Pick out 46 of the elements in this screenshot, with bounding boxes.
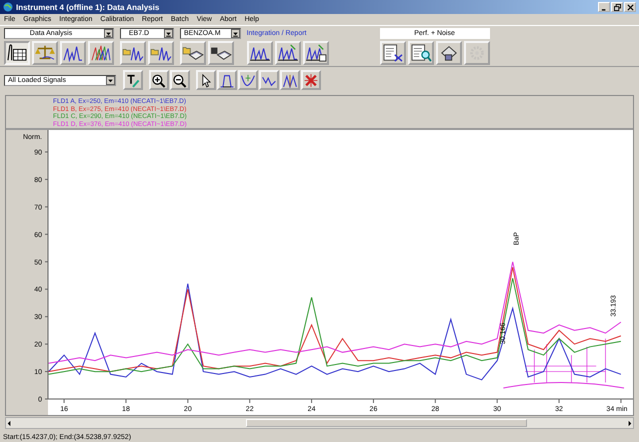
- toolbar-button[interactable]: [217, 70, 237, 90]
- toolbar-button[interactable]: [180, 41, 206, 65]
- chromatogram-icon: [62, 44, 84, 62]
- toolbar-button[interactable]: [148, 41, 174, 65]
- scroll-left-icon[interactable]: [6, 420, 13, 426]
- toolbar-button[interactable]: [208, 41, 234, 65]
- zoom-out-icon: [172, 72, 188, 88]
- toolbar-button[interactable]: [170, 70, 190, 90]
- zoom-in-icon: [151, 72, 167, 88]
- valley-icon: [240, 72, 256, 88]
- toolbar-button[interactable]: [60, 41, 86, 65]
- toolbar-button[interactable]: [120, 41, 146, 65]
- text-pen-icon: [125, 72, 141, 88]
- toolbar-button[interactable]: [259, 70, 279, 90]
- horizontal-scrollbar[interactable]: [5, 417, 634, 429]
- toolbar-button[interactable]: [280, 70, 300, 90]
- toolbar-button[interactable]: [196, 70, 216, 90]
- toolbar-button[interactable]: [149, 70, 169, 90]
- report-search-icon: [410, 44, 432, 62]
- chromatogram-grid-icon: [6, 44, 28, 62]
- toolbar-button[interactable]: [408, 41, 434, 65]
- window-title: Instrument 4 (offline 1): Data Analysis: [16, 2, 160, 12]
- peak-icon: [219, 72, 235, 88]
- toolbar-button[interactable]: [380, 41, 406, 65]
- toolbar-button[interactable]: [238, 70, 258, 90]
- integration-icon: [304, 44, 327, 62]
- folder-book-icon: [182, 44, 204, 62]
- toolbar-button[interactable]: [436, 41, 462, 65]
- split-peak-icon: [282, 72, 298, 88]
- report-icon: [382, 44, 404, 62]
- restore-button[interactable]: [611, 2, 623, 12]
- toolbar-button[interactable]: [88, 41, 114, 65]
- balance-icon: [34, 44, 56, 62]
- globe-icon: [3, 2, 13, 12]
- delete-icon: [303, 72, 319, 88]
- integration-icon: [276, 44, 299, 62]
- toolbar-button[interactable]: [274, 41, 301, 65]
- toolbar-button[interactable]: [123, 70, 143, 90]
- scroll-thumb[interactable]: [246, 419, 527, 427]
- scroll-right-icon[interactable]: [626, 420, 633, 426]
- toolbar-button[interactable]: [4, 41, 30, 65]
- multi-signal-icon: [90, 44, 112, 62]
- toolbar-button[interactable]: [246, 41, 273, 65]
- close-button[interactable]: [624, 2, 636, 12]
- toolbar-button[interactable]: [302, 41, 329, 65]
- minimize-button[interactable]: [598, 2, 610, 12]
